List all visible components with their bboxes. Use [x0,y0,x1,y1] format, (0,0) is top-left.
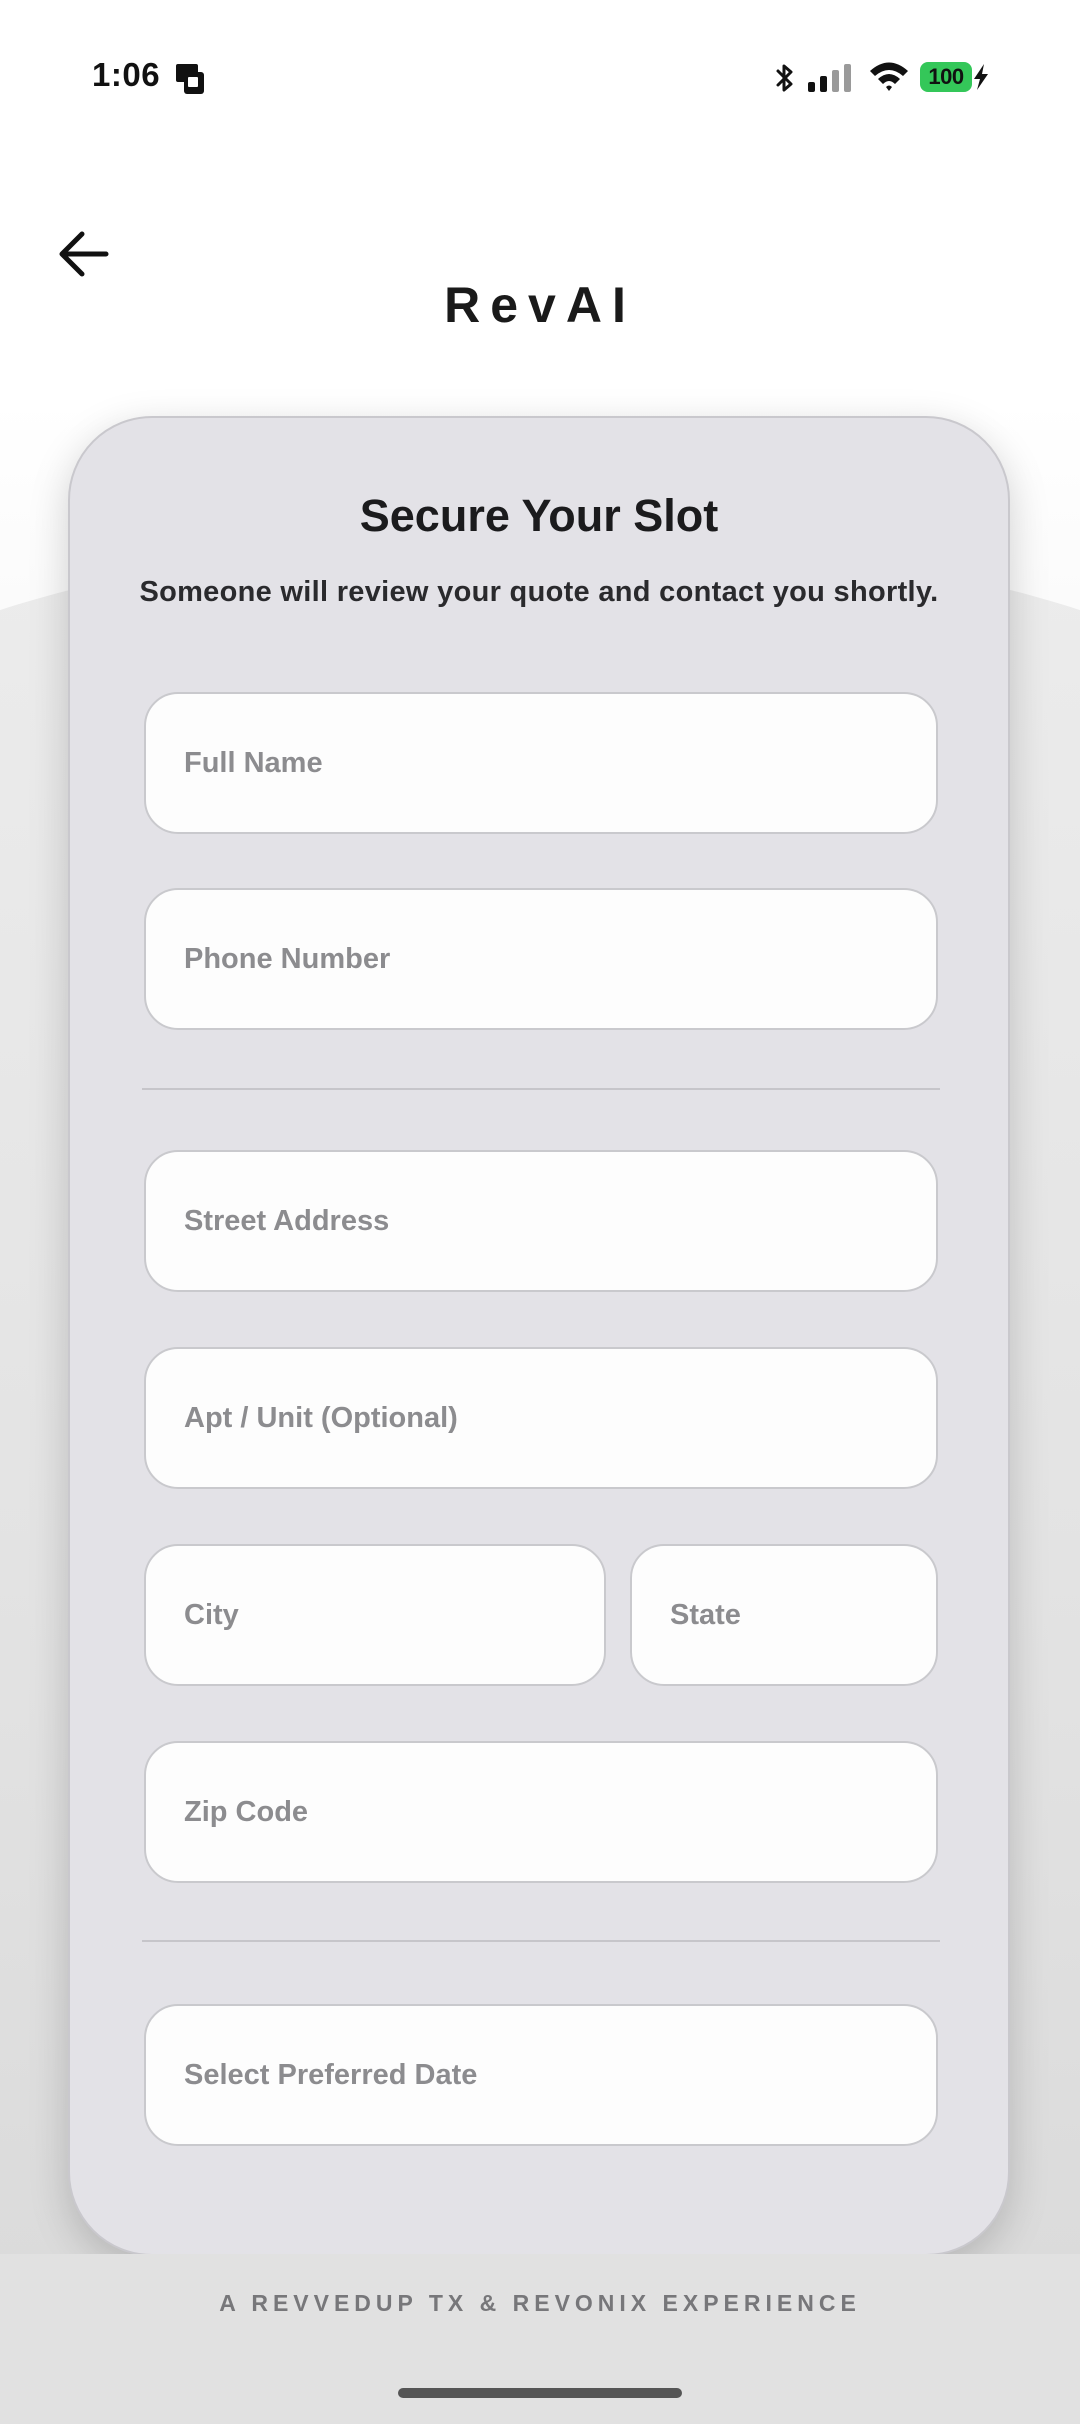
form-title: Secure Your Slot [359,490,719,541]
state-field[interactable] [630,1544,938,1686]
full-name-input[interactable] [146,694,936,832]
cellular-signal-icon [808,64,851,92]
bluetooth-icon [776,64,793,92]
booking-form-card: Secure Your Slot Someone will review you… [68,416,1010,2256]
footer: A REVVEDUP TX & REVONIX EXPERIENCE [0,2254,1080,2424]
state-input[interactable] [632,1546,936,1684]
street-address-input[interactable] [146,1152,936,1290]
city-field[interactable] [144,1544,606,1686]
battery-level: 100 [928,64,964,89]
preferred-date-field[interactable] [144,2004,938,2146]
section-divider [142,1088,940,1090]
phone-number-field[interactable] [144,888,938,1030]
phone-number-input[interactable] [146,890,936,1028]
back-arrow-icon [59,231,109,277]
form-subtitle: Someone will review your quote and conta… [139,576,939,608]
zip-code-field[interactable] [144,1741,938,1883]
section-divider [142,1940,940,1942]
app-title: RevAI [444,277,636,333]
status-bar: 1:06 100 [0,0,1080,150]
battery-indicator: 100 [920,62,972,92]
apt-unit-input[interactable] [146,1349,936,1487]
footer-tagline: A REVVEDUP TX & REVONIX EXPERIENCE [219,2290,861,2316]
app-header: RevAI [0,150,1080,398]
street-address-field[interactable] [144,1150,938,1292]
wifi-icon [870,62,908,91]
home-indicator[interactable] [398,2388,682,2398]
preferred-date-input[interactable] [146,2006,936,2144]
zip-code-input[interactable] [146,1743,936,1881]
charging-bolt-icon [974,64,988,90]
status-time: 1:06 [92,56,161,93]
full-name-field[interactable] [144,692,938,834]
sim-card-icon [176,64,204,94]
apt-unit-field[interactable] [144,1347,938,1489]
city-input[interactable] [146,1546,604,1684]
